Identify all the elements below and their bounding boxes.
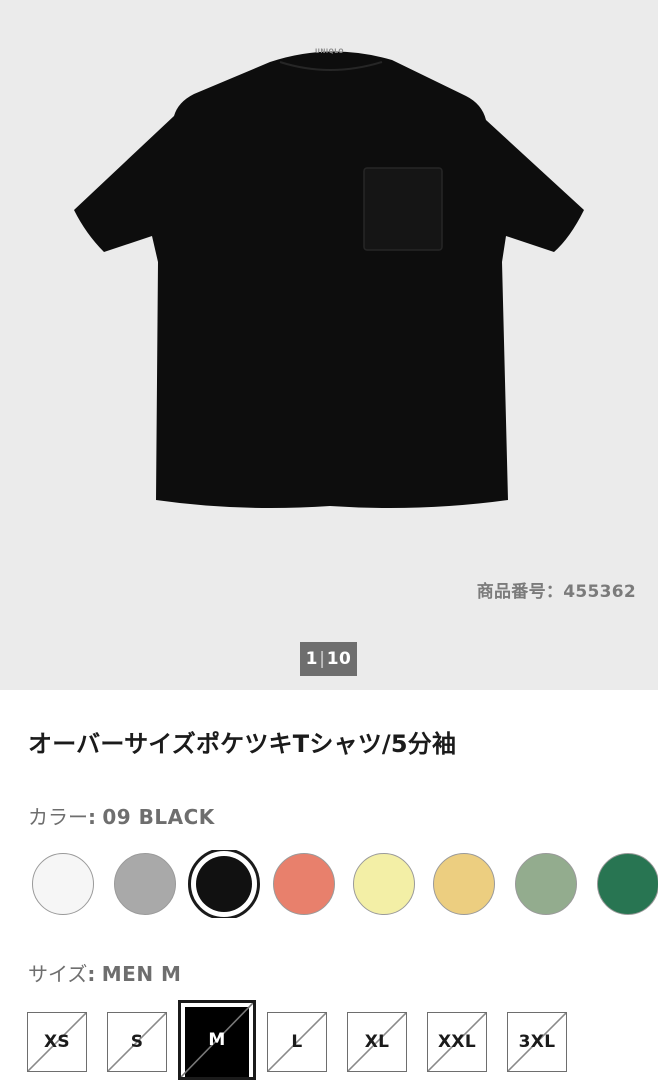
color-swatch-white[interactable]	[32, 853, 94, 915]
size-option-3xl[interactable]: 3XL	[507, 1012, 567, 1072]
color-swatch-black[interactable]	[188, 850, 260, 918]
size-option-label: L	[291, 1032, 303, 1052]
size-option-xxl[interactable]: XXL	[427, 1012, 487, 1072]
product-title: オーバーサイズポケツキTシャツ/5分袖	[28, 730, 457, 758]
size-option-list: XS S M L XL XXL 3XL	[0, 1000, 658, 1080]
selected-color-value: 09 BLACK	[102, 805, 215, 829]
size-option-label: 3XL	[518, 1032, 556, 1052]
size-option-label: S	[130, 1032, 144, 1052]
size-option-l[interactable]: L	[267, 1012, 327, 1072]
color-swatch-orange[interactable]	[273, 853, 335, 915]
size-option-xs[interactable]: XS	[27, 1012, 87, 1072]
color-swatch-dark-green[interactable]	[597, 853, 658, 915]
swatch-color-fill	[196, 856, 252, 912]
color-swatch-gray[interactable]	[114, 853, 176, 915]
size-option-label: M	[208, 1030, 226, 1050]
size-selection-label: サイズ: MEN M	[28, 962, 182, 986]
image-counter: 1 | 10	[300, 642, 357, 676]
color-swatch-green[interactable]	[515, 853, 577, 915]
size-option-s[interactable]: S	[107, 1012, 167, 1072]
brand-logo: UNIQLO	[315, 48, 344, 55]
color-selection-label: カラー: 09 BLACK	[28, 805, 215, 829]
color-swatch-list	[0, 850, 658, 918]
size-option-label: XL	[364, 1032, 390, 1052]
size-option-label: XS	[44, 1032, 70, 1052]
selected-size-value: MEN M	[101, 962, 182, 986]
color-swatch-yellow[interactable]	[433, 853, 495, 915]
size-option-label: XXL	[438, 1032, 476, 1052]
color-swatch-light-yellow[interactable]	[353, 853, 415, 915]
product-number: 商品番号：455362	[476, 582, 636, 602]
size-option-m[interactable]: M	[178, 1000, 256, 1080]
product-image	[74, 51, 584, 508]
size-option-xl[interactable]: XL	[347, 1012, 407, 1072]
product-image-gallery[interactable]: UNIQLO 商品番号：455362 1 | 10	[0, 0, 658, 690]
